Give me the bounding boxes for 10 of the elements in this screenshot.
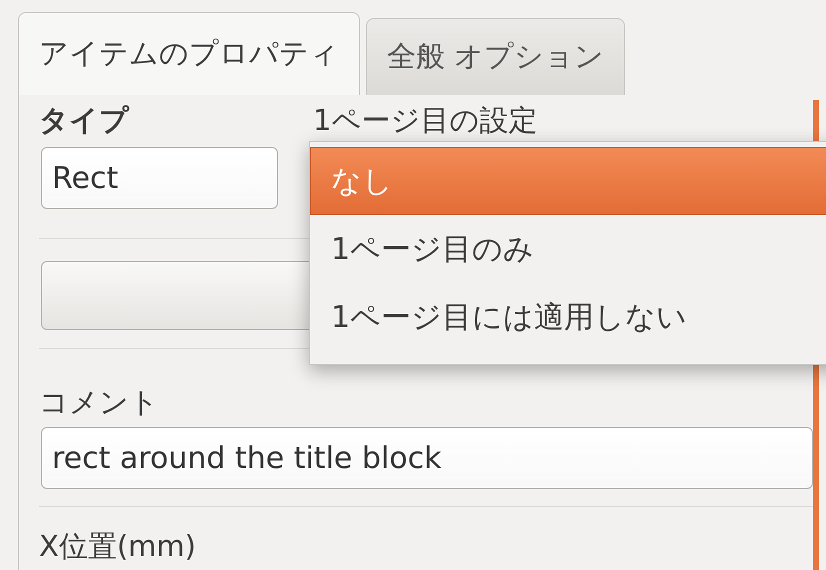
type-field[interactable]: Rect: [41, 147, 278, 209]
first-page-label: 1ページ目の設定: [313, 102, 538, 139]
comment-label: コメント: [39, 384, 160, 421]
tab[interactable]: 全般 オプション: [366, 18, 626, 95]
menu-item[interactable]: 1ページ目のみ: [310, 215, 826, 283]
tab[interactable]: アイテムのプロパティ: [18, 12, 360, 95]
type-label: タイプ: [39, 102, 130, 139]
x-position-label: X位置(mm): [39, 528, 197, 565]
comment-field[interactable]: rect around the title block: [41, 427, 813, 489]
menu-item[interactable]: 1ページ目には適用しない: [310, 283, 826, 351]
